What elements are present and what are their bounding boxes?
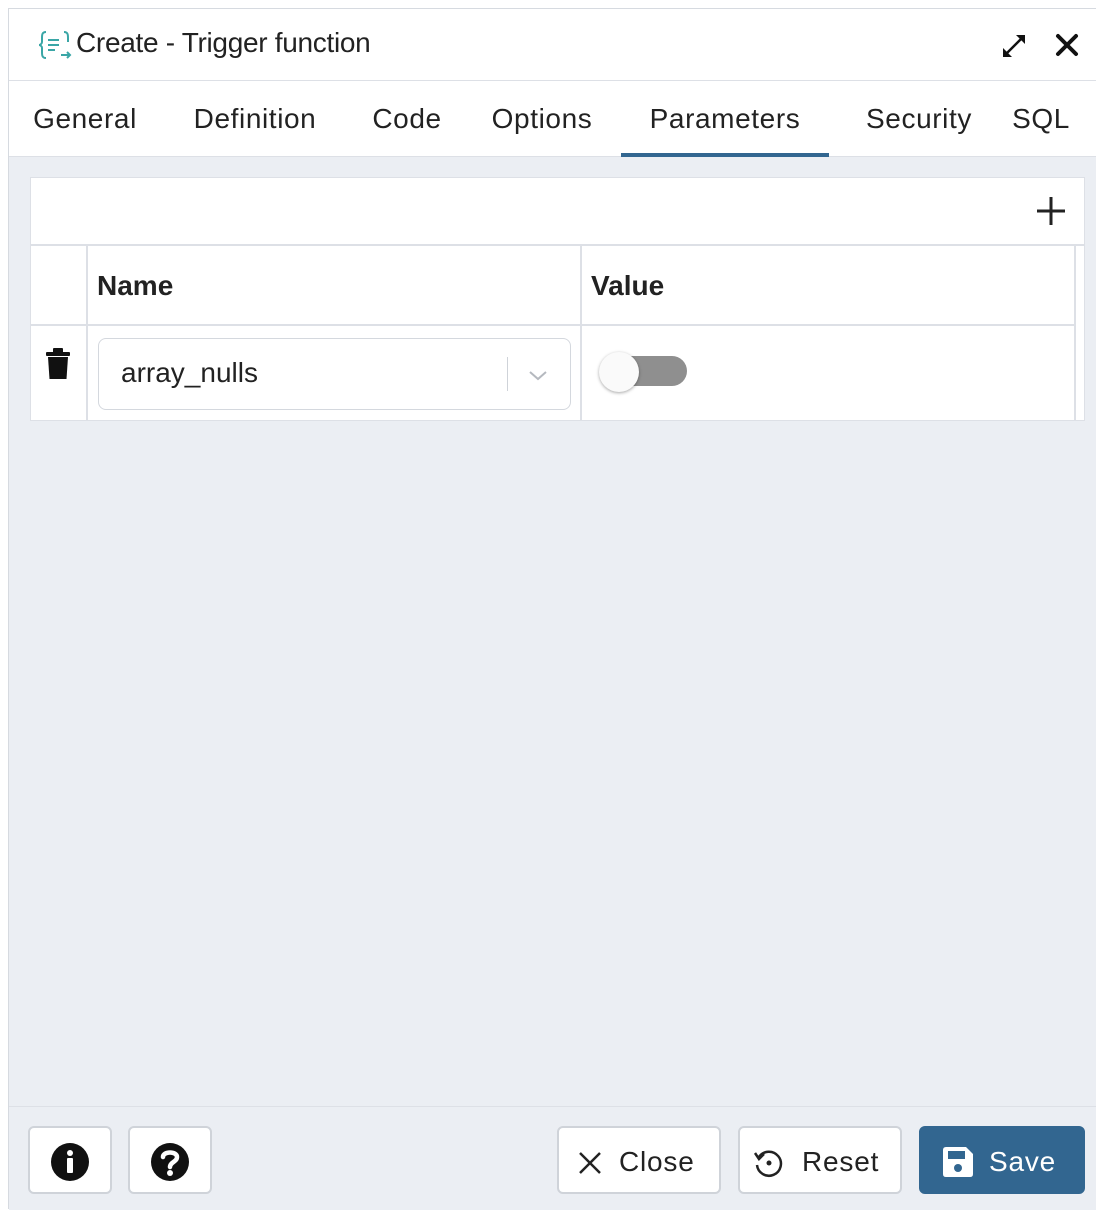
info-icon	[51, 1143, 89, 1181]
close-icon	[579, 1152, 601, 1174]
close-button-label: Close	[619, 1146, 695, 1177]
save-icon	[943, 1147, 973, 1177]
reset-button-label: Reset	[802, 1146, 880, 1177]
dialog-title-bar[interactable]: Create - Trigger function	[9, 9, 1096, 81]
grid-toolbar	[31, 178, 1084, 246]
tab-security[interactable]: Security	[843, 81, 995, 157]
tab-general[interactable]: General	[21, 81, 149, 157]
chevron-down-icon[interactable]	[525, 363, 551, 387]
delete-row-icon[interactable]	[45, 348, 71, 380]
parameters-grid: Name Value array_nulls	[30, 177, 1085, 421]
value-column-header: Value	[581, 246, 1076, 326]
close-button[interactable]: Close	[557, 1126, 721, 1194]
value-header-label: Value	[591, 270, 665, 301]
tab-sql[interactable]: SQL	[1005, 81, 1077, 157]
parameter-value-toggle[interactable]	[599, 352, 687, 392]
tab-bar: General Definition Code Options Paramete…	[9, 81, 1096, 157]
trigger-function-icon	[38, 31, 72, 59]
maximize-icon[interactable]	[999, 31, 1029, 61]
name-header-label: Name	[97, 270, 174, 301]
name-column-header: Name	[87, 246, 581, 326]
toggle-knob	[599, 352, 639, 392]
info-button[interactable]	[28, 1126, 112, 1194]
tab-code[interactable]: Code	[357, 81, 457, 157]
reset-button[interactable]: Reset	[738, 1126, 902, 1194]
select-separator	[507, 357, 508, 391]
create-trigger-function-dialog: Create - Trigger function General Defini…	[8, 8, 1096, 1210]
tab-options[interactable]: Options	[477, 81, 607, 157]
dialog-title: Create - Trigger function	[76, 27, 371, 58]
tab-definition[interactable]: Definition	[173, 81, 337, 157]
reset-icon	[753, 1150, 783, 1177]
help-icon	[151, 1143, 189, 1181]
parameter-name-select[interactable]: array_nulls	[98, 338, 571, 410]
parameter-name-value: array_nulls	[121, 357, 258, 388]
help-button[interactable]	[128, 1126, 212, 1194]
save-button-label: Save	[989, 1146, 1057, 1177]
grid-action-header	[31, 246, 87, 326]
tab-parameters[interactable]: Parameters	[621, 81, 829, 157]
save-button[interactable]: Save	[919, 1126, 1085, 1194]
dialog-footer: Close Reset Save	[9, 1106, 1096, 1210]
add-row-icon[interactable]	[1032, 192, 1070, 230]
close-dialog-icon[interactable]	[1053, 31, 1081, 59]
